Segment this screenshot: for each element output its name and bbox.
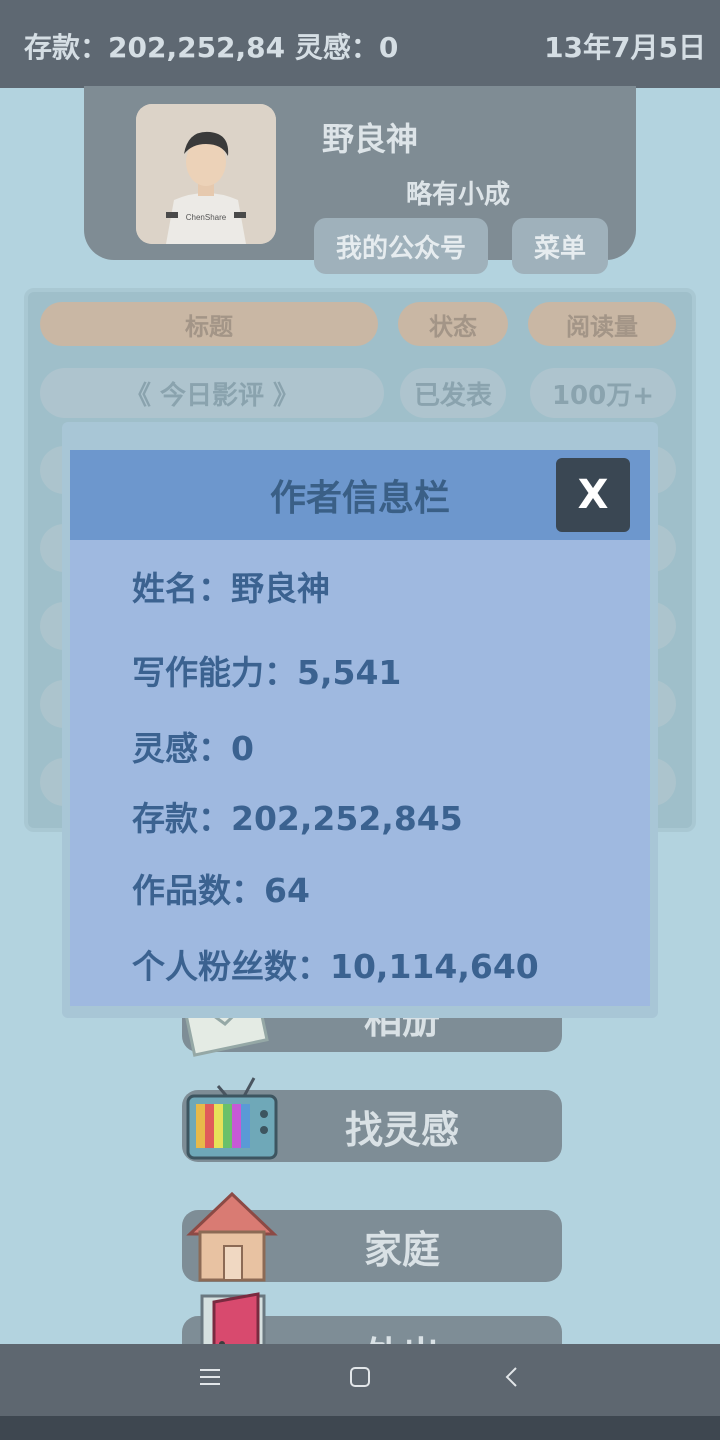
player-rank: 略有小成 bbox=[406, 180, 511, 210]
inspiration: 灵感：0 bbox=[132, 729, 254, 768]
status-bar: 存款：202,252,84 灵感：0 13年7月5日 bbox=[0, 0, 720, 88]
close-button[interactable]: X bbox=[556, 458, 630, 532]
tv-icon bbox=[184, 1068, 278, 1160]
author-name: 姓名：野良神 bbox=[132, 569, 330, 608]
fans-count: 个人粉丝数：10,114,640 bbox=[132, 947, 539, 986]
system-nav-bar bbox=[0, 1344, 720, 1416]
home-icon[interactable] bbox=[348, 1362, 372, 1397]
house-icon bbox=[184, 1188, 278, 1282]
row-status: 已发表 bbox=[400, 368, 506, 418]
header-title: 标题 bbox=[40, 302, 378, 346]
avatar[interactable]: ChenShare bbox=[136, 104, 276, 244]
back-icon[interactable] bbox=[500, 1362, 524, 1397]
game-date: 13年7月5日 bbox=[544, 31, 706, 64]
close-icon: X bbox=[577, 472, 609, 518]
header-reads: 阅读量 bbox=[528, 302, 676, 346]
svg-text:ChenShare: ChenShare bbox=[186, 213, 227, 222]
row-title[interactable]: 《 今日影评 》 bbox=[40, 368, 384, 418]
money-inspiration-readout: 存款：202,252,84 灵感：0 bbox=[24, 31, 399, 64]
nav-bar-bottom bbox=[0, 1416, 720, 1440]
header-status: 状态 bbox=[398, 302, 508, 346]
works-count: 作品数：64 bbox=[132, 871, 310, 910]
writing-ability: 写作能力：5,541 bbox=[132, 653, 402, 692]
family-label: 家庭 bbox=[363, 1227, 440, 1272]
author-info-modal: 作者信息栏 X 姓名：野良神 写作能力：5,541 灵感：0 存款：202,25… bbox=[70, 450, 650, 1006]
row-reads: 100万+ bbox=[530, 368, 676, 418]
menu-button[interactable]: 菜单 bbox=[512, 218, 608, 274]
find-inspiration-label: 找灵感 bbox=[344, 1107, 459, 1152]
player-name: 野良神 bbox=[322, 120, 419, 158]
menu-icon[interactable] bbox=[198, 1362, 222, 1397]
profile-card: ChenShare 野良神 略有小成 我的公众号 菜单 bbox=[84, 86, 636, 274]
official-account-button[interactable]: 我的公众号 bbox=[314, 218, 488, 274]
savings: 存款：202,252,845 bbox=[132, 799, 463, 838]
